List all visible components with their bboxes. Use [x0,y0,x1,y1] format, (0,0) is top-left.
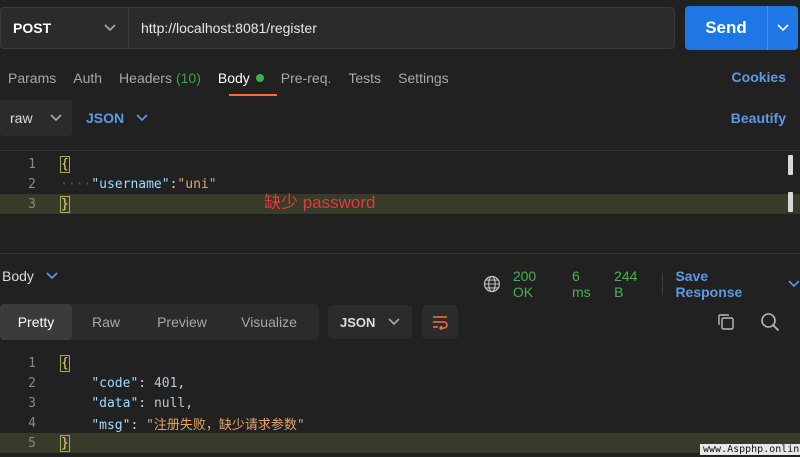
json-value: "注册失败，缺少请求参数" [146,417,305,433]
search-icon [761,313,780,332]
json-value: "uni" [177,176,217,192]
wrap-lines-icon [433,316,448,330]
code-line: 2 ····"username":"uni" [28,176,217,192]
json-key: "code" [91,375,139,391]
response-section-select[interactable]: Body [2,268,58,284]
tab-preview[interactable]: Preview [140,304,224,340]
code-line: 5 } [0,433,800,453]
request-tabs: Params Auth Headers (10) Body Pre-req. Te… [8,66,449,90]
chevron-down-icon [50,114,62,122]
tab-params[interactable]: Params [8,66,56,90]
send-label: Send [705,18,747,37]
url-text: http://localhost:8081/register [141,20,317,36]
json-key: "username" [91,176,170,192]
request-body-editor[interactable]: 1 { 2 ····"username":"uni" 3 } [0,150,800,254]
method-label: POST [13,20,52,36]
tab-settings[interactable]: Settings [398,66,449,90]
modified-dot-icon [255,74,264,82]
tab-pretty[interactable]: Pretty [0,304,72,340]
chevron-down-icon [136,114,148,122]
body-mode-label: raw [10,110,33,126]
body-format-label: JSON [86,110,125,126]
open-brace: { [60,155,70,173]
status-code[interactable]: 200 OK [513,268,560,300]
code-line: 1 { [28,354,70,372]
wrap-lines-button[interactable] [422,305,458,339]
json-value: null, [153,395,194,411]
tab-headers[interactable]: Headers (10) [119,66,201,90]
chevron-down-icon [104,24,116,32]
chevron-down-icon [388,318,400,326]
tab-body[interactable]: Body [218,66,264,90]
close-brace: } [60,434,70,452]
tab-pre-request[interactable]: Pre-req. [281,66,332,90]
tab-raw[interactable]: Raw [72,304,140,340]
code-line: 3 "data": null, [28,395,194,411]
beautify-button[interactable]: Beautify [731,110,786,126]
active-tab-indicator [229,94,277,96]
headers-count: (10) [175,70,201,86]
response-size[interactable]: 244 B [614,268,650,300]
json-key: "msg" [91,417,131,433]
tab-auth[interactable]: Auth [73,66,102,90]
globe-icon[interactable] [483,275,501,293]
search-button[interactable] [760,312,780,335]
code-line: 2 "code": 401, [28,375,186,391]
code-line: 1 { [28,155,70,173]
response-meta: 200 OK 6 ms 244 B Save Response [483,268,800,300]
response-time[interactable]: 6 ms [572,268,602,300]
body-mode-select[interactable]: raw [0,100,72,136]
response-section-label: Body [2,268,34,284]
response-format-label: JSON [340,314,376,330]
response-body-viewer[interactable]: 1 { 2 "code": 401, 3 "data": null, 4 "ms… [0,350,800,457]
method-select[interactable]: POST [0,7,128,49]
send-button[interactable]: Send [685,6,798,50]
send-options-button[interactable] [768,24,798,32]
annotation-text: 缺少 password [264,193,376,212]
tab-visualize[interactable]: Visualize [224,304,314,340]
indent-guide: ···· [60,176,92,192]
cookies-link[interactable]: Cookies [732,69,786,85]
json-value: 401, [153,375,186,391]
url-input[interactable]: http://localhost:8081/register [128,7,675,49]
code-line: 4 "msg": "注册失败，缺少请求参数" [28,415,305,433]
editor-scrollbar-marker [788,192,793,212]
divider [662,273,664,295]
response-format-select[interactable]: JSON [328,305,412,339]
tab-tests[interactable]: Tests [348,66,381,90]
body-format-select[interactable]: JSON [86,110,148,126]
json-key: "data" [91,395,139,411]
chevron-down-icon [788,280,800,288]
close-brace: } [60,195,70,213]
response-view-tabs: Pretty Raw Preview Visualize [0,304,319,340]
watermark: www.Aspphp.online [700,444,800,455]
editor-scrollbar[interactable] [788,155,793,175]
code-line: 3 } [0,194,800,214]
chevron-down-icon [46,272,58,280]
chevron-down-icon [777,24,789,32]
copy-icon [718,314,734,330]
save-response-button[interactable]: Save Response [675,268,800,300]
copy-button[interactable] [716,312,736,335]
open-brace: { [60,354,70,372]
